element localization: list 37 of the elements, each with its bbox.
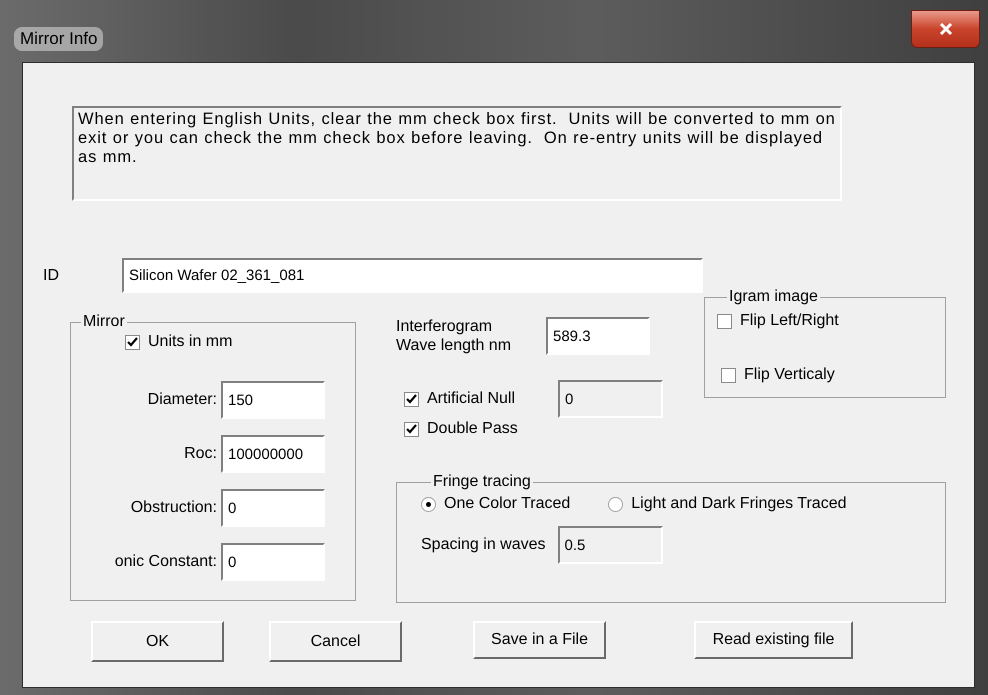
input-field[interactable]: 0 (221, 543, 325, 581)
checkbox-label: Double Pass (427, 420, 518, 438)
field-label: Roc: (183, 445, 217, 463)
read-file-button[interactable]: Read existing file (694, 621, 853, 659)
ok-button[interactable]: OK (91, 621, 224, 662)
checkbox[interactable] (404, 422, 419, 436)
checkbox-label: Flip Left/Right (740, 312, 839, 330)
field-label: Diameter: (146, 391, 217, 409)
wavelength-field[interactable]: 589.3 (546, 317, 650, 355)
save-button[interactable]: Save in a File (473, 621, 606, 659)
id-label: ID (43, 266, 60, 284)
checkbox-label: Artificial Null (427, 390, 516, 408)
close-button[interactable] (911, 10, 980, 48)
checkbox-label: Units in mm (148, 333, 232, 351)
close-icon (938, 23, 952, 35)
info-note: When entering English Units, clear the mm check box first. Units will be converted to mm on exit or you can check the mm check box before leaving. On re-entry units will be displayed as mm. (72, 106, 842, 201)
field-label: Interferogram Wave length nm (396, 317, 512, 355)
group-title: Igram image (728, 288, 819, 306)
input-field[interactable]: 100000000 (221, 435, 325, 473)
cancel-button[interactable]: Cancel (269, 621, 402, 662)
checkbox-label: Flip Verticaly (744, 366, 835, 384)
input-field[interactable]: 0 (221, 489, 325, 527)
field-label: Obstruction: (130, 499, 217, 517)
radio-label: Light and Dark Fringes Traced (631, 495, 846, 513)
group-title: Fringe tracing (432, 473, 532, 491)
group-title: Mirror (82, 313, 126, 331)
input-field[interactable]: 150 (221, 381, 325, 419)
checkbox[interactable] (717, 314, 732, 328)
radio-label: One Color Traced (444, 495, 570, 513)
window-title: Mirror Info (14, 27, 104, 51)
id-field[interactable]: Silicon Wafer 02_361_081 (122, 258, 703, 293)
field-label: Spacing in waves (421, 536, 546, 554)
field-label: onic Constant: (114, 553, 217, 571)
radio-button[interactable] (421, 496, 436, 512)
checkbox[interactable] (125, 334, 140, 350)
checkbox[interactable] (721, 368, 736, 382)
radio-button[interactable] (608, 496, 624, 512)
